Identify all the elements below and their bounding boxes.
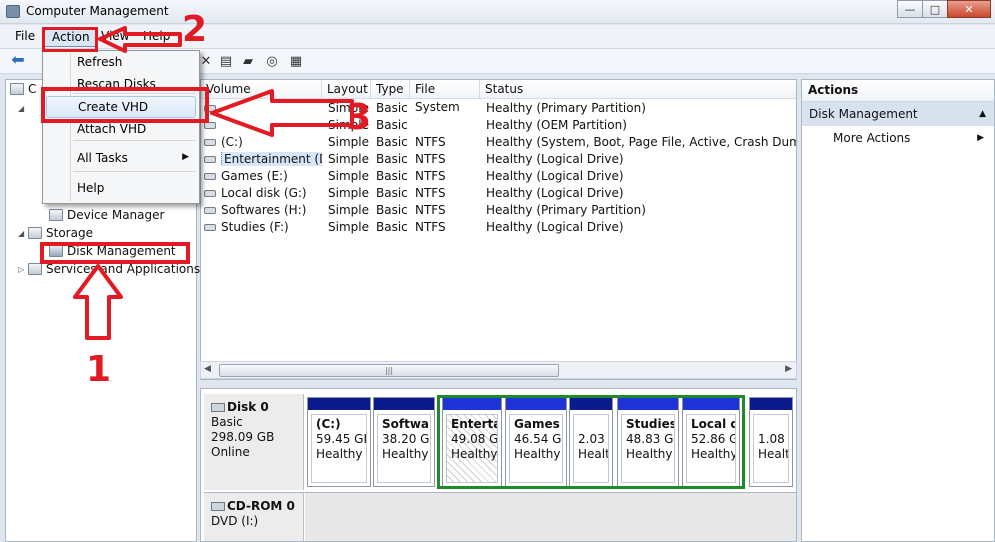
annotation-arrows: [73, 26, 354, 340]
annotation-number-3: 3: [346, 97, 372, 138]
annotation-arrow-1: [73, 264, 123, 340]
annotation-arrow-2: [98, 26, 182, 53]
annotation-arrow-3: [210, 89, 354, 137]
annotation-number-2: 2: [182, 9, 208, 50]
annotation-number-1: 1: [86, 349, 112, 390]
